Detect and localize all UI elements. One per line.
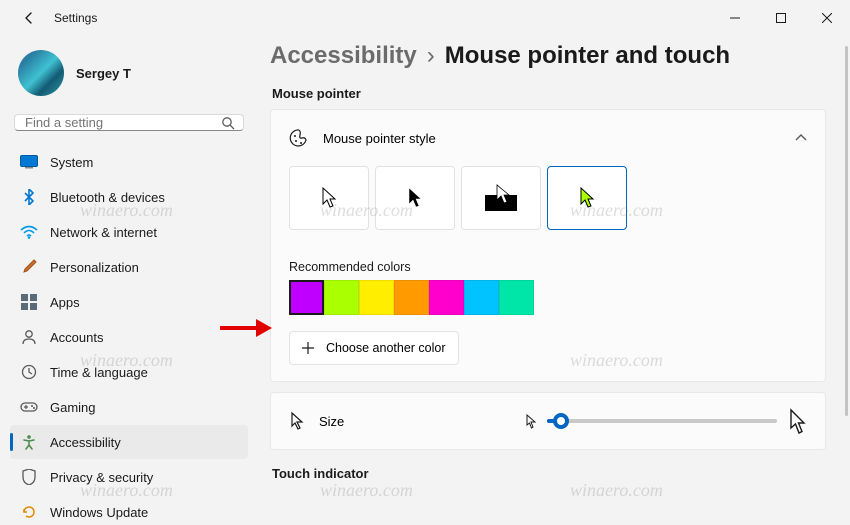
nav-label: Network & internet [50, 225, 157, 240]
nav-apps[interactable]: Apps [10, 285, 248, 319]
cursor-outline-icon [289, 411, 305, 431]
nav-label: System [50, 155, 93, 170]
nav-label: Bluetooth & devices [50, 190, 165, 205]
nav-label: Time & language [50, 365, 148, 380]
window-controls [712, 0, 850, 36]
color-swatch-1[interactable] [324, 280, 359, 315]
size-label: Size [319, 414, 344, 429]
minimize-icon [730, 13, 740, 23]
gaming-icon [20, 398, 38, 416]
pointer-style-inverted[interactable] [461, 166, 541, 230]
pointer-style-black[interactable] [375, 166, 455, 230]
sidebar: Sergey T System Bluetooth & devices Netw… [0, 36, 256, 525]
nav-label: Gaming [50, 400, 96, 415]
chevron-up-icon [795, 134, 807, 142]
maximize-button[interactable] [758, 0, 804, 36]
search-box[interactable] [14, 114, 244, 131]
titlebar: Settings [0, 0, 850, 36]
bluetooth-icon [20, 188, 38, 206]
scrollbar[interactable] [845, 46, 848, 416]
nav-network[interactable]: Network & internet [10, 215, 248, 249]
nav-label: Apps [50, 295, 80, 310]
nav-label: Accounts [50, 330, 103, 345]
app-title: Settings [54, 11, 97, 25]
wifi-icon [20, 223, 38, 241]
slider-thumb[interactable] [553, 413, 569, 429]
page-title: Mouse pointer and touch [445, 42, 730, 70]
choose-color-button[interactable]: Choose another color [289, 331, 459, 365]
nav-label: Accessibility [50, 435, 121, 450]
nav-label: Personalization [50, 260, 139, 275]
section-touch-indicator: Touch indicator [272, 466, 826, 481]
nav-privacy[interactable]: Privacy & security [10, 460, 248, 494]
pointer-style-card: Mouse pointer style Recommended colors [270, 109, 826, 382]
shield-icon [20, 468, 38, 486]
nav-gaming[interactable]: Gaming [10, 390, 248, 424]
pointer-style-options [271, 166, 825, 246]
pointer-style-header[interactable]: Mouse pointer style [271, 110, 825, 166]
recommended-colors-label: Recommended colors [271, 246, 825, 280]
profile-name: Sergey T [76, 66, 131, 81]
cursor-custom-icon [577, 186, 597, 210]
color-row [271, 280, 825, 325]
accessibility-icon [20, 433, 38, 451]
card-title: Mouse pointer style [323, 131, 436, 146]
settings-window: Settings Sergey T System Bluetooth & dev… [0, 0, 850, 525]
content: Accessibility › Mouse pointer and touch … [256, 36, 850, 525]
update-icon [20, 503, 38, 521]
close-icon [822, 13, 832, 23]
back-arrow-icon [22, 11, 36, 25]
cursor-white-icon [319, 186, 339, 210]
pointer-style-custom[interactable] [547, 166, 627, 230]
color-swatch-3[interactable] [394, 280, 429, 315]
brush-icon [20, 258, 38, 276]
nav-label: Privacy & security [50, 470, 153, 485]
cursor-inverted-icon [479, 183, 523, 213]
color-swatch-2[interactable] [359, 280, 394, 315]
size-card: Size [270, 392, 826, 450]
color-swatch-4[interactable] [429, 280, 464, 315]
choose-color-label: Choose another color [326, 341, 446, 355]
search-input[interactable] [25, 115, 221, 130]
size-row: Size [271, 393, 825, 449]
profile[interactable]: Sergey T [10, 44, 248, 110]
breadcrumb: Accessibility › Mouse pointer and touch [270, 42, 826, 70]
palette-icon [289, 128, 309, 148]
crumb-parent[interactable]: Accessibility [270, 42, 417, 70]
system-icon [20, 153, 38, 171]
chevron-right-icon: › [427, 42, 435, 70]
nav-label: Windows Update [50, 505, 148, 520]
nav-update[interactable]: Windows Update [10, 495, 248, 525]
cursor-large-icon [787, 408, 807, 434]
nav-accounts[interactable]: Accounts [10, 320, 248, 354]
color-swatch-5[interactable] [464, 280, 499, 315]
size-slider-wrap [525, 408, 807, 434]
person-icon [20, 328, 38, 346]
close-button[interactable] [804, 0, 850, 36]
plus-icon [302, 342, 314, 354]
back-button[interactable] [14, 3, 44, 33]
minimize-button[interactable] [712, 0, 758, 36]
pointer-style-white[interactable] [289, 166, 369, 230]
cursor-small-icon [525, 414, 537, 429]
search-icon [221, 116, 235, 130]
nav-time[interactable]: Time & language [10, 355, 248, 389]
clock-icon [20, 363, 38, 381]
nav-system[interactable]: System [10, 145, 248, 179]
avatar [18, 50, 64, 96]
nav-personalization[interactable]: Personalization [10, 250, 248, 284]
nav-list: System Bluetooth & devices Network & int… [10, 145, 248, 525]
color-swatch-0[interactable] [289, 280, 324, 315]
apps-icon [20, 293, 38, 311]
nav-bluetooth[interactable]: Bluetooth & devices [10, 180, 248, 214]
nav-accessibility[interactable]: Accessibility [10, 425, 248, 459]
body: Sergey T System Bluetooth & devices Netw… [0, 36, 850, 525]
section-mouse-pointer: Mouse pointer [272, 86, 826, 101]
maximize-icon [776, 13, 786, 23]
color-swatch-6[interactable] [499, 280, 534, 315]
size-slider[interactable] [547, 419, 777, 423]
cursor-black-icon [405, 186, 425, 210]
